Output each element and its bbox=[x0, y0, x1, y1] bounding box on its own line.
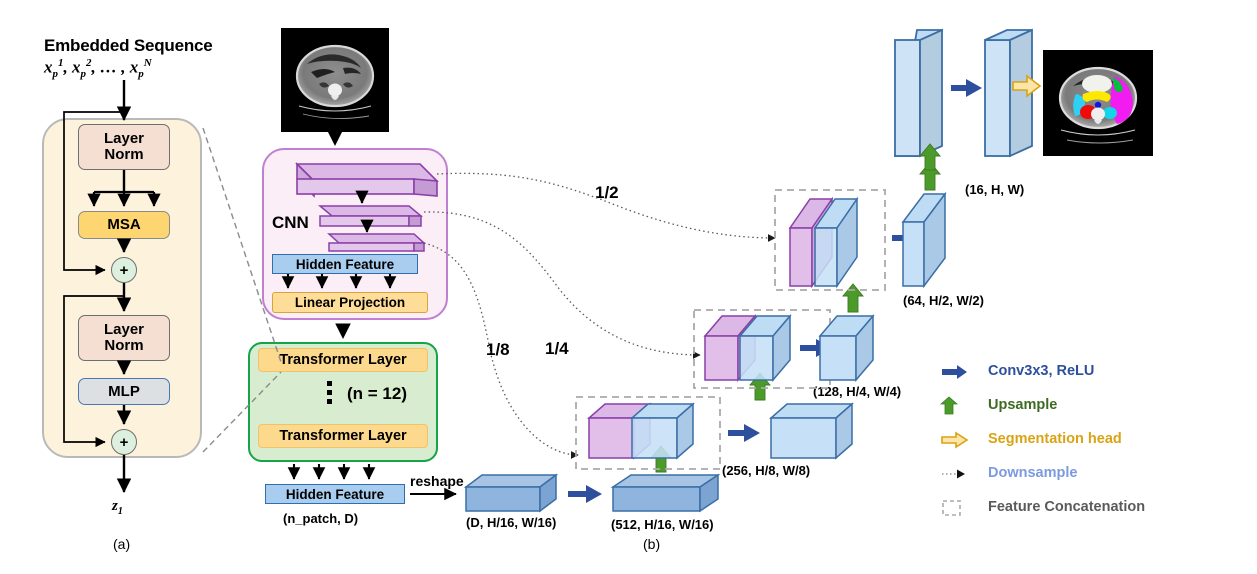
concat-box-stage-4 bbox=[693, 309, 831, 389]
upsample-arrow-2 bbox=[749, 372, 771, 401]
panel-a-caption: (a) bbox=[113, 536, 131, 552]
reshape-label: reshape bbox=[410, 473, 464, 489]
conv-arrow-2 bbox=[728, 424, 760, 442]
dim-label-256: (256, H/8, W/8) bbox=[722, 463, 811, 478]
layer-norm-1-box: Layer Norm bbox=[78, 124, 170, 170]
dim-label-bottleneck-reshape: (D, H/16, W/16) bbox=[466, 515, 557, 530]
concat-cubes-stage-4 bbox=[703, 313, 792, 383]
decoder-box-256 bbox=[769, 402, 854, 460]
figure-canvas: Embedded Sequence xp1, xp2, … , xpN Laye… bbox=[0, 0, 1257, 574]
blue-solid-arrow-right-icon bbox=[940, 362, 980, 382]
input-ct-slice-image bbox=[281, 28, 389, 132]
transformer-hidden-feature-box: Hidden Feature bbox=[265, 484, 405, 504]
legend-item-upsample: Upsample bbox=[939, 396, 1240, 430]
decoder-slab-top-2 bbox=[984, 28, 1033, 158]
transformer-repeat-label: (n = 12) bbox=[347, 384, 407, 403]
legend: Conv3x3, ReLU Upsample Segmentation head… bbox=[939, 362, 1240, 532]
skip-label-half: 1/2 bbox=[595, 183, 619, 202]
cnn-hidden-feature-box: Hidden Feature bbox=[272, 254, 418, 274]
legend-label-upsample: Upsample bbox=[988, 397, 1058, 413]
vertical-ellipsis-icon bbox=[327, 381, 332, 408]
dim-label-128: (128, H/4, W/4) bbox=[813, 384, 902, 399]
dim-label-16: (16, H, W) bbox=[965, 182, 1025, 197]
decoder-box-128 bbox=[818, 313, 875, 383]
transformer-output-arrows bbox=[287, 464, 376, 480]
legend-item-seg-head: Segmentation head bbox=[940, 430, 1240, 464]
layer-norm-1-label: Layer Norm bbox=[103, 130, 145, 163]
page-title: Embedded Sequence bbox=[44, 36, 213, 55]
concat-box-stage-8 bbox=[575, 396, 721, 470]
layer-norm-2-box: Layer Norm bbox=[78, 315, 170, 361]
upsample-arrow-1 bbox=[650, 445, 672, 473]
legend-item-conv: Conv3x3, ReLU bbox=[940, 362, 1240, 396]
cnn-label: CNN bbox=[272, 213, 309, 232]
segmentation-head-arrow bbox=[1012, 74, 1042, 98]
upsample-arrow-4 bbox=[919, 161, 941, 191]
decoder-box-512 bbox=[610, 473, 721, 513]
transformer-layer-bottom: Transformer Layer bbox=[258, 424, 428, 448]
skip-connection-curves bbox=[423, 172, 776, 459]
legend-label-seg-head: Segmentation head bbox=[988, 431, 1122, 447]
linear-projection-box: Linear Projection bbox=[272, 292, 428, 313]
yellow-outline-arrow-right-icon bbox=[940, 430, 980, 450]
layer-norm-2-label: Layer Norm bbox=[103, 321, 145, 354]
decoder-box-D bbox=[463, 473, 559, 513]
concat-box-stage-2 bbox=[774, 189, 886, 291]
upsample-arrow-5 bbox=[919, 143, 941, 171]
residual-add-1: + bbox=[111, 257, 137, 283]
decoder-slab-top-1 bbox=[893, 28, 944, 158]
mlp-box: MLP bbox=[78, 378, 170, 405]
green-solid-arrow-up-icon bbox=[939, 396, 980, 416]
skip-curve-quarter bbox=[423, 211, 701, 359]
conv-arrow-5 bbox=[951, 79, 982, 97]
output-segmentation-image bbox=[1043, 50, 1153, 156]
conv-arrow-1 bbox=[568, 485, 602, 503]
dim-label-512: (512, H/16, W/16) bbox=[611, 517, 714, 532]
skip-label-quarter: 1/4 bbox=[545, 339, 569, 358]
concat-cubes-stage-8 bbox=[587, 402, 695, 460]
legend-label-conv: Conv3x3, ReLU bbox=[988, 363, 1095, 379]
legend-item-downsample: Downsample bbox=[940, 464, 1240, 498]
conv-arrow-3 bbox=[800, 339, 832, 357]
upsample-arrow-3 bbox=[842, 283, 864, 313]
concat-cubes-stage-2 bbox=[788, 196, 859, 289]
dotted-arrow-right-icon bbox=[940, 464, 980, 484]
legend-label-concat: Feature Concatenation bbox=[988, 499, 1146, 515]
legend-item-concat: Feature Concatenation bbox=[940, 498, 1240, 532]
z1-output-label: z1 bbox=[112, 498, 123, 517]
legend-label-downsample: Downsample bbox=[988, 465, 1078, 481]
conv-arrow-4 bbox=[892, 229, 924, 247]
decoder-box-64 bbox=[901, 191, 947, 289]
panel-b-caption: (b) bbox=[643, 536, 661, 552]
dim-label-64: (64, H/2, W/2) bbox=[903, 293, 984, 308]
hidden-feature-dim-label: (n_patch, D) bbox=[283, 511, 359, 526]
transformer-layer-top: Transformer Layer bbox=[258, 348, 428, 372]
dashed-rectangle-icon bbox=[940, 498, 980, 518]
msa-box: MSA bbox=[78, 211, 170, 239]
embedded-sequence-formula: xp1, xp2, … , xpN bbox=[44, 57, 152, 81]
residual-add-2: + bbox=[111, 429, 137, 455]
skip-label-eighth: 1/8 bbox=[486, 340, 510, 359]
